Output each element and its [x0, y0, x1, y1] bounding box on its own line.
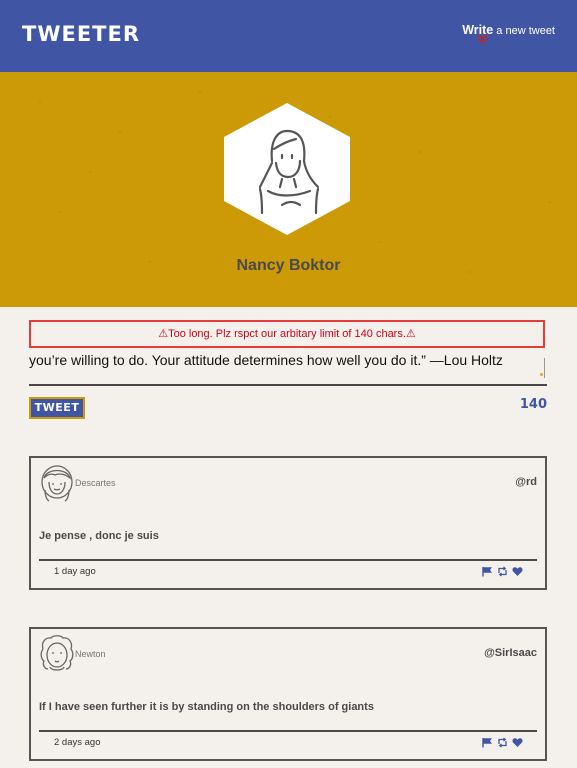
tweet-divider: [39, 730, 537, 732]
char-counter: 140: [519, 397, 547, 412]
compose-label-rest: a new tweet: [493, 25, 555, 37]
brand-logo[interactable]: TWEETER: [22, 22, 140, 46]
text-cursor: [540, 358, 545, 378]
descartes-avatar: [41, 465, 73, 502]
tweet-card: Descartes @rd Je pense , donc je suis 1 …: [29, 456, 547, 590]
newton-avatar: [40, 635, 74, 671]
tweet-actions: [482, 564, 523, 577]
tweet-timestamp: 1 day ago: [54, 566, 96, 577]
flag-icon[interactable]: [482, 564, 493, 577]
tweet-card: Newton @SirIsaac If I have seen further …: [29, 627, 547, 761]
tweet-handle: @SirIsaac: [484, 647, 537, 659]
compose-chevron-icon[interactable]: [477, 34, 488, 47]
tweet-handle: @rd: [515, 476, 537, 488]
tweet-input-text: you’re willing to do. Your attitude dete…: [29, 352, 503, 368]
heart-icon[interactable]: [512, 735, 523, 747]
top-nav: TWEETER Write a new tweet: [0, 0, 577, 72]
tweet-content: Je pense , donc je suis: [39, 530, 159, 542]
tweet-input[interactable]: you’re willing to do. Your attitude dete…: [29, 344, 547, 386]
tweet-timestamp: 2 days ago: [54, 737, 101, 748]
tweet-username: Newton: [75, 649, 106, 659]
flag-icon[interactable]: [482, 735, 493, 748]
profile-avatar: [224, 103, 350, 235]
profile-name: Nancy Boktor: [236, 257, 341, 274]
tweet-content: If I have seen further it is by standing…: [39, 701, 374, 713]
retweet-icon[interactable]: [497, 735, 508, 748]
retweet-icon[interactable]: [497, 564, 508, 577]
tweet-username: Descartes: [75, 478, 116, 488]
tweet-divider: [39, 559, 537, 561]
tweet-button[interactable]: TWEET: [29, 397, 85, 419]
tweet-actions: [482, 735, 523, 748]
heart-icon[interactable]: [512, 564, 523, 576]
